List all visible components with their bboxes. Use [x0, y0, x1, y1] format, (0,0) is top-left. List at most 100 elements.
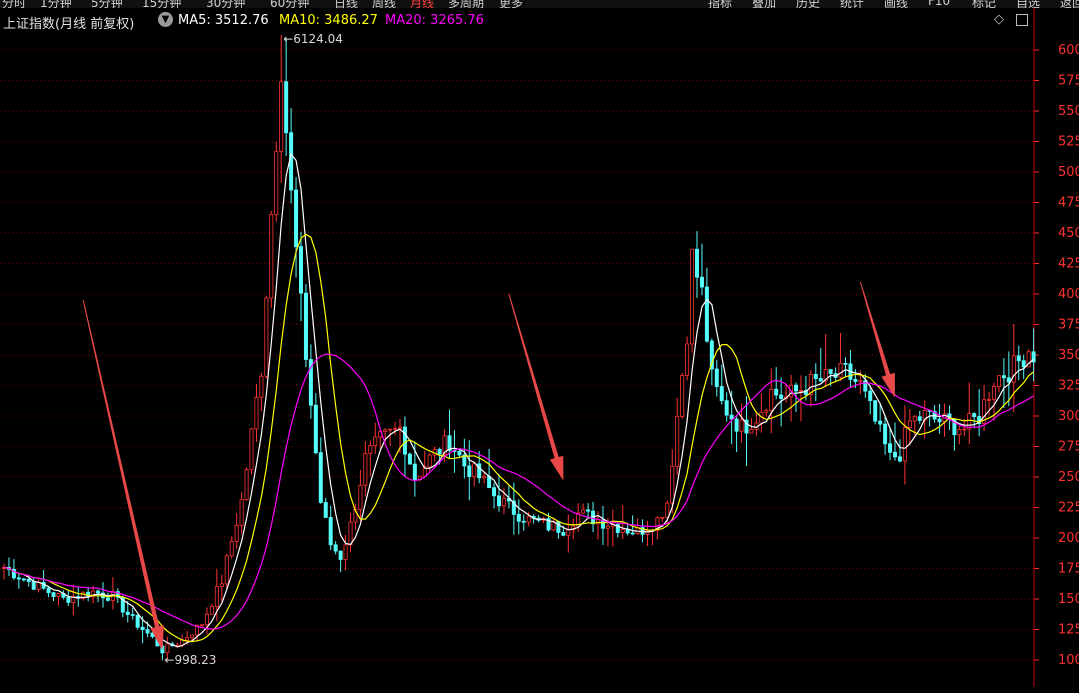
candle-body: [96, 590, 101, 594]
chart-header: 上证指数(月线 前复权) ▼ MA5: 3512.76 MA10: 3486.2…: [0, 10, 1030, 32]
candle-body: [665, 502, 670, 518]
candle-body: [279, 81, 284, 152]
toolbar-button[interactable]: 返回: [1060, 0, 1079, 8]
y-tick-label: 525: [1058, 135, 1079, 150]
candle-body: [1016, 355, 1021, 362]
diamond-icon[interactable]: ◇: [994, 13, 1006, 26]
toolbar-button[interactable]: 标记: [972, 0, 996, 8]
period-tab[interactable]: 分时: [2, 0, 26, 8]
candle-body: [769, 388, 774, 411]
candle-body: [397, 426, 402, 429]
candle-body: [843, 363, 848, 365]
y-tick-label: 500: [1058, 165, 1079, 180]
indicator-bar: [0, 687, 1079, 693]
candle-body: [853, 379, 858, 382]
period-tab[interactable]: 60分钟: [270, 0, 309, 8]
candle-body: [26, 578, 31, 582]
candle-body: [680, 374, 685, 417]
period-tab[interactable]: 5分钟: [91, 0, 123, 8]
toolbar-button[interactable]: 自选: [1016, 0, 1040, 8]
candle-body: [586, 509, 591, 512]
candle-body: [229, 541, 234, 557]
candle-body: [764, 410, 769, 413]
candle-body: [224, 555, 229, 585]
candle-body: [492, 487, 497, 497]
ma20-label: MA20: 3265.76: [385, 13, 484, 28]
candle-body: [699, 276, 704, 288]
candle-body: [46, 587, 51, 594]
candle-body: [620, 529, 625, 533]
period-tab[interactable]: 月线: [410, 0, 434, 8]
candle-body: [472, 463, 477, 477]
y-tick-label: 150: [1058, 592, 1079, 607]
period-tab[interactable]: 多周期: [448, 0, 484, 8]
toolbar-button[interactable]: 统计: [840, 0, 864, 8]
candle-body: [294, 189, 299, 248]
toolbar-button[interactable]: F10: [928, 0, 950, 8]
candle-body: [888, 443, 893, 453]
candle-body: [16, 577, 21, 580]
candle-body: [239, 499, 244, 526]
period-tab[interactable]: 日线: [334, 0, 358, 8]
period-tab[interactable]: 15分钟: [142, 0, 181, 8]
candle-body: [214, 586, 219, 607]
candle-body: [501, 498, 506, 507]
candle-body: [734, 418, 739, 432]
candle-body: [996, 375, 1001, 388]
candle-body: [719, 386, 724, 402]
period-tab[interactable]: 周线: [372, 0, 396, 8]
y-tick-label: 275: [1058, 440, 1079, 455]
candle-body: [318, 452, 323, 503]
y-tick-label: 325: [1058, 379, 1079, 394]
candle-body: [338, 550, 343, 560]
candle-body: [328, 517, 333, 546]
candle-body: [724, 400, 729, 416]
y-tick-label: 200: [1058, 531, 1079, 546]
y-tick-label: 600: [1058, 43, 1079, 58]
candle-body: [135, 614, 140, 628]
ma-settings-icon[interactable]: ▼: [158, 12, 173, 27]
toolbar-button[interactable]: 历史: [796, 0, 820, 8]
candle-body: [912, 416, 917, 422]
candle-body: [670, 465, 675, 504]
window-toggle-icon[interactable]: [1016, 14, 1028, 26]
candle-body: [333, 544, 338, 552]
candle-body: [244, 469, 249, 501]
candle-body: [883, 423, 888, 445]
candle-body: [907, 420, 912, 428]
candle-body: [209, 606, 214, 615]
candle-body: [957, 429, 962, 436]
toolbar-button[interactable]: 画线: [884, 0, 908, 8]
candle-body: [437, 449, 442, 455]
candle-body: [675, 416, 680, 467]
toolbar-button[interactable]: 指标: [708, 0, 732, 8]
candle-body: [917, 416, 922, 421]
candle-body: [393, 427, 398, 430]
y-tick-label: 100: [1058, 653, 1079, 668]
ma20-line: [3, 353, 1034, 630]
candle-body: [873, 400, 878, 422]
candle-body: [566, 529, 571, 536]
candle-body: [249, 428, 254, 471]
candle-body: [818, 378, 823, 382]
period-tab[interactable]: 30分钟: [206, 0, 245, 8]
candle-body: [303, 292, 308, 360]
low-annotation: ←998.23: [164, 653, 216, 667]
candle-body: [467, 465, 472, 477]
y-tick-label: 450: [1058, 226, 1079, 241]
y-tick-label: 375: [1058, 318, 1079, 333]
candle-body: [31, 581, 36, 590]
ma10-line: [3, 233, 1034, 643]
candle-body: [199, 624, 204, 627]
y-tick-label: 475: [1058, 196, 1079, 211]
candle-body: [516, 513, 521, 522]
candle-body: [660, 516, 665, 519]
candle-body: [412, 463, 417, 481]
candle-body: [145, 629, 150, 634]
period-tab[interactable]: 更多: [499, 0, 523, 8]
y-tick-label: 300: [1058, 409, 1079, 424]
period-tab[interactable]: 1分钟: [40, 0, 72, 8]
toolbar-button[interactable]: 叠加: [752, 0, 776, 8]
period-toolbar: 分时 1分钟 5分钟 15分钟 30分钟 60分钟 日线 周线 月线 多周期 更多 指标 叠加 历史 统计 画…: [0, 0, 1079, 8]
ma5-label: MA5: 3512.76: [178, 13, 269, 28]
